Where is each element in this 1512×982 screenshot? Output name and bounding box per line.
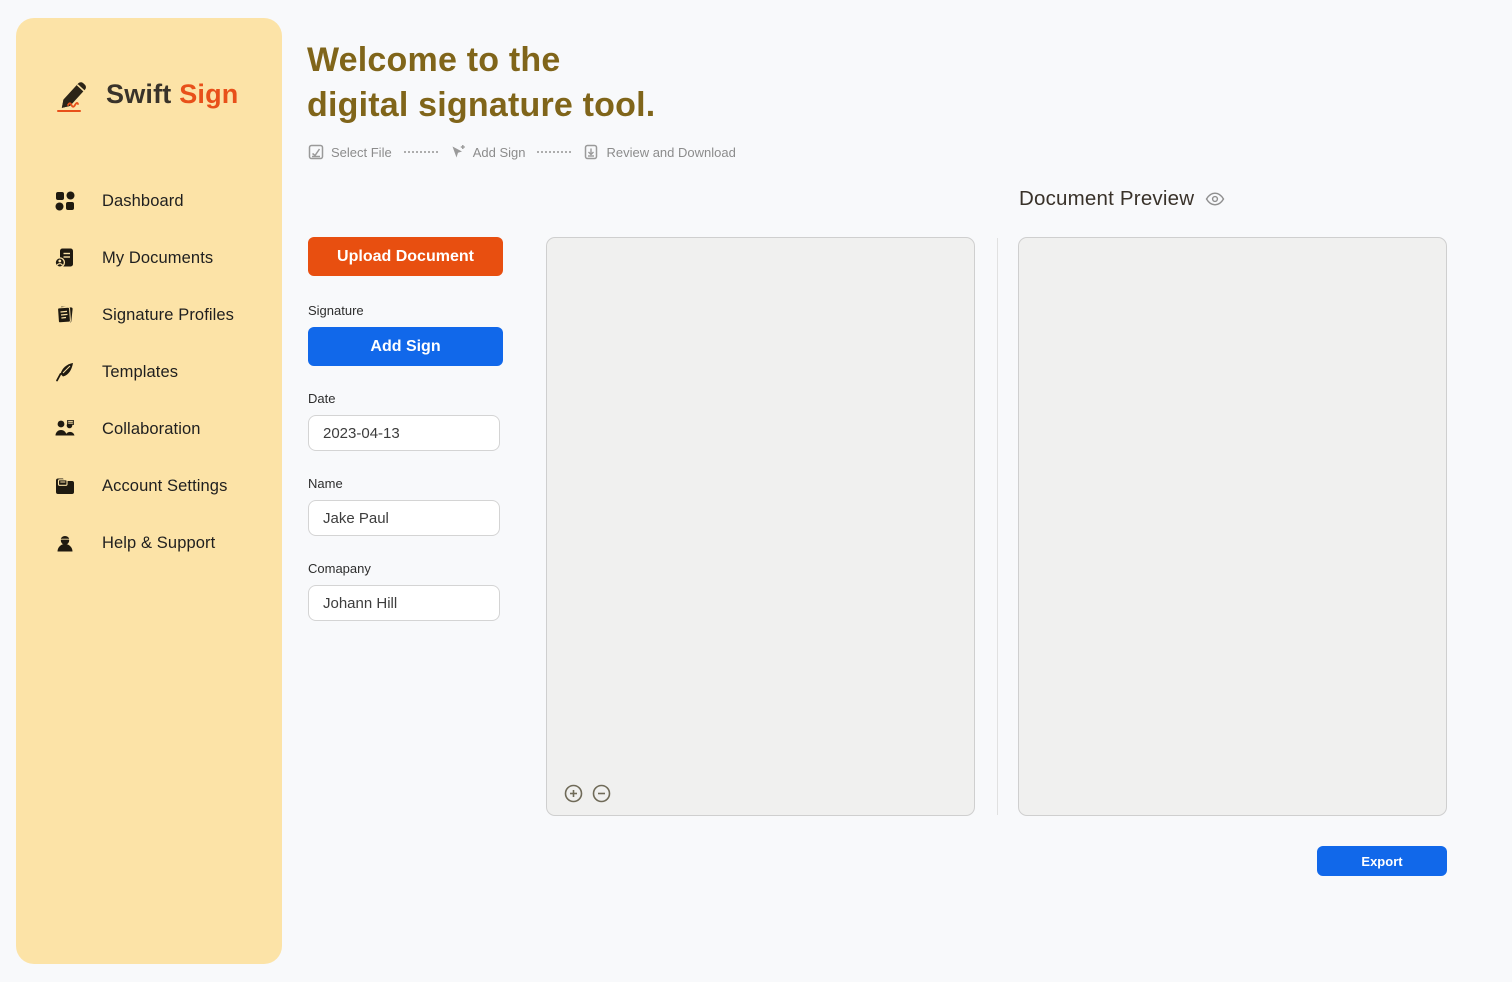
templates-icon bbox=[54, 361, 76, 383]
page-title: Welcome to the digital signature tool. bbox=[307, 38, 655, 128]
document-canvas bbox=[546, 237, 975, 816]
my-documents-icon bbox=[54, 247, 76, 269]
pen-signature-icon bbox=[54, 74, 92, 114]
name-input[interactable] bbox=[308, 500, 500, 536]
zoom-out-icon[interactable] bbox=[592, 784, 611, 803]
sidebar-item-label: My Documents bbox=[102, 249, 213, 268]
sidebar-item-label: Templates bbox=[102, 363, 178, 382]
sidebar: Swift Sign Dashboard bbox=[16, 18, 282, 964]
signature-form: Upload Document Signature Add Sign Date … bbox=[308, 237, 503, 621]
sidebar-item-label: Signature Profiles bbox=[102, 306, 234, 325]
sidebar-item-templates[interactable]: Templates bbox=[54, 355, 262, 389]
page-title-line1: Welcome to the bbox=[307, 41, 560, 79]
workflow-stepper: Select File Add Sign Review and Download bbox=[308, 144, 736, 160]
document-preview-title: Document Preview bbox=[1019, 187, 1194, 211]
app-logo: Swift Sign bbox=[54, 74, 239, 114]
name-label: Name bbox=[308, 476, 503, 491]
signature-profiles-icon bbox=[54, 304, 76, 326]
zoom-in-icon[interactable] bbox=[564, 784, 583, 803]
stepper-connector bbox=[537, 151, 571, 153]
app-window: Swift Sign Dashboard bbox=[0, 0, 1512, 982]
brand-name: Swift Sign bbox=[106, 79, 239, 110]
document-preview-header: Document Preview bbox=[1019, 187, 1225, 211]
export-button[interactable]: Export bbox=[1317, 846, 1447, 876]
date-label: Date bbox=[308, 391, 503, 406]
sidebar-item-label: Collaboration bbox=[102, 420, 201, 439]
step-add-sign: Add Sign bbox=[450, 144, 526, 160]
dashboard-icon bbox=[54, 190, 76, 212]
sidebar-item-collaboration[interactable]: Collaboration bbox=[54, 412, 262, 446]
step-label: Select File bbox=[331, 145, 392, 160]
document-preview-canvas bbox=[1018, 237, 1447, 816]
collaboration-icon bbox=[54, 418, 76, 440]
help-support-icon bbox=[54, 532, 76, 554]
step-label: Review and Download bbox=[606, 145, 735, 160]
sidebar-item-signature-profiles[interactable]: Signature Profiles bbox=[54, 298, 262, 332]
add-sign-icon bbox=[450, 144, 466, 160]
preview-divider bbox=[997, 238, 998, 815]
sidebar-item-my-documents[interactable]: My Documents bbox=[54, 241, 262, 275]
stepper-connector bbox=[404, 151, 438, 153]
page-title-line2: digital signature tool. bbox=[307, 86, 655, 124]
sidebar-item-dashboard[interactable]: Dashboard bbox=[54, 184, 262, 218]
sidebar-item-label: Account Settings bbox=[102, 477, 227, 496]
signature-label: Signature bbox=[308, 303, 503, 318]
date-input[interactable] bbox=[308, 415, 500, 451]
brand-second: Sign bbox=[179, 79, 238, 109]
account-settings-icon bbox=[54, 475, 76, 497]
sidebar-item-label: Dashboard bbox=[102, 192, 184, 211]
step-label: Add Sign bbox=[473, 145, 526, 160]
step-review-download: Review and Download bbox=[583, 144, 735, 160]
review-download-icon bbox=[583, 144, 599, 160]
brand-first: Swift bbox=[106, 79, 172, 109]
sidebar-item-help-support[interactable]: Help & Support bbox=[54, 526, 262, 560]
step-select-file: Select File bbox=[308, 144, 392, 160]
sidebar-nav: Dashboard My Documents bbox=[54, 184, 262, 583]
sidebar-item-account-settings[interactable]: Account Settings bbox=[54, 469, 262, 503]
eye-icon[interactable] bbox=[1205, 192, 1225, 206]
company-label: Comapany bbox=[308, 561, 503, 576]
select-file-icon bbox=[308, 144, 324, 160]
company-input[interactable] bbox=[308, 585, 500, 621]
add-sign-button[interactable]: Add Sign bbox=[308, 327, 503, 366]
upload-document-button[interactable]: Upload Document bbox=[308, 237, 503, 276]
sidebar-item-label: Help & Support bbox=[102, 534, 215, 553]
zoom-controls bbox=[564, 784, 611, 803]
